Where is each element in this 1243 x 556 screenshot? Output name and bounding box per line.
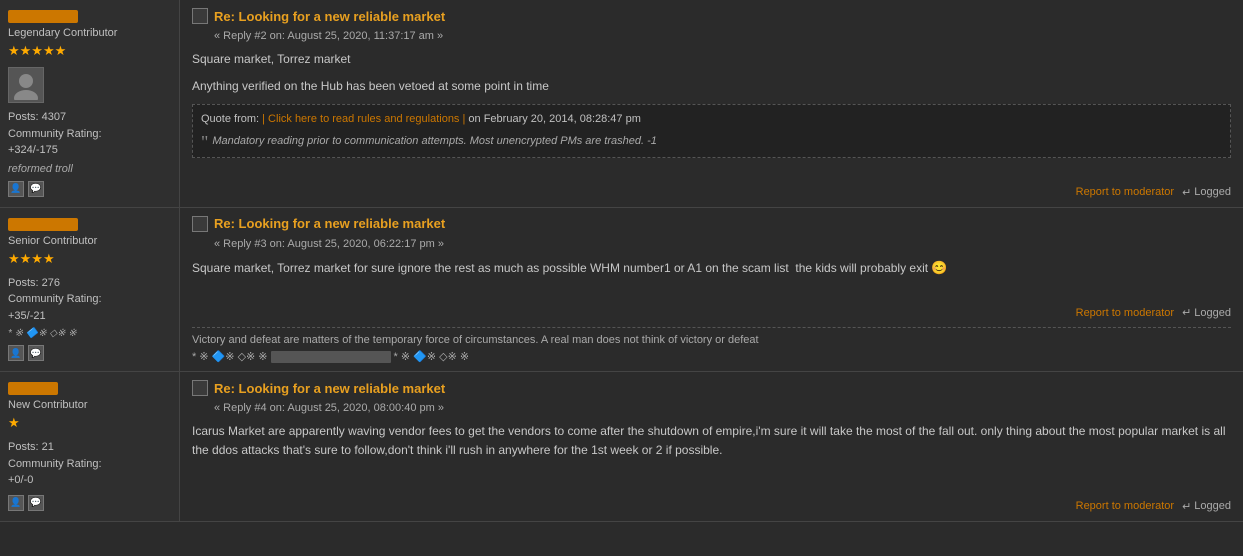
- post-3-title[interactable]: Re: Looking for a new reliable market: [214, 381, 445, 396]
- post-1-body: Square market, Torrez market Anything ve…: [192, 50, 1231, 174]
- logged-icon: ↵: [1182, 186, 1191, 199]
- logged-icon: ↵: [1182, 306, 1191, 319]
- post-2-icon: [192, 216, 208, 232]
- post-2-rank: Senior Contributor: [8, 235, 171, 247]
- post-1-header: Re: Looking for a new reliable market: [192, 8, 1231, 24]
- post-2-title[interactable]: Re: Looking for a new reliable market: [214, 216, 445, 231]
- logged-icon: ↵: [1182, 500, 1191, 513]
- post-1-reply-info: « Reply #2 on: August 25, 2020, 11:37:17…: [214, 30, 1231, 42]
- quote-link[interactable]: | Click here to read rules and regulatio…: [262, 113, 465, 125]
- post-row: Legendary Contributor ★★★★★ Posts: 4307 …: [0, 0, 1243, 208]
- report-to-moderator-link[interactable]: Report to moderator: [1076, 307, 1174, 319]
- post-1-footer: Report to moderator ↵ Logged: [192, 182, 1231, 199]
- post-1-user-icons: 👤 💬: [8, 181, 171, 197]
- sig-icons-row: * ※ 🔷※ ◇※ ※ * ※ 🔷※ ◇※ ※: [192, 350, 1231, 363]
- post-3-user-icons: 👤 💬: [8, 495, 171, 511]
- post-1-title[interactable]: Re: Looking for a new reliable market: [214, 9, 445, 24]
- post-1-rank: Legendary Contributor: [8, 27, 171, 39]
- profile-icon[interactable]: 👤: [8, 181, 24, 197]
- post-2-sidebar: Senior Contributor ★★★★ Posts: 276 Commu…: [0, 208, 180, 372]
- post-1-tag: reformed troll: [8, 163, 171, 175]
- censored-content: [271, 351, 391, 363]
- post-2-user-icons: 👤 💬: [8, 345, 171, 361]
- report-to-moderator-link[interactable]: Report to moderator: [1076, 500, 1174, 512]
- post-2-stats: Posts: 276 Community Rating: +35/-21: [8, 275, 171, 325]
- post-3-header: Re: Looking for a new reliable market: [192, 380, 1231, 396]
- post-1-username[interactable]: [8, 10, 78, 23]
- post-1-content: Re: Looking for a new reliable market « …: [180, 0, 1243, 207]
- quote-mark: ": [201, 133, 208, 151]
- post-3-username[interactable]: [8, 382, 58, 395]
- message-icon[interactable]: 💬: [28, 495, 44, 511]
- profile-icon[interactable]: 👤: [8, 345, 24, 361]
- post-2-footer: Report to moderator ↵ Logged: [192, 302, 1231, 319]
- post-1-quote-header: Quote from: | Click here to read rules a…: [201, 111, 1222, 129]
- post-row: Senior Contributor ★★★★ Posts: 276 Commu…: [0, 208, 1243, 373]
- post-2-header: Re: Looking for a new reliable market: [192, 216, 1231, 232]
- post-2-signature: Victory and defeat are matters of the te…: [192, 327, 1231, 363]
- post-1-icon: [192, 8, 208, 24]
- post-3-footer: Report to moderator ↵ Logged: [192, 496, 1231, 513]
- logged-indicator: ↵ Logged: [1182, 186, 1231, 199]
- message-icon[interactable]: 💬: [28, 345, 44, 361]
- logged-indicator: ↵ Logged: [1182, 306, 1231, 319]
- logged-indicator: ↵ Logged: [1182, 500, 1231, 513]
- post-row: New Contributor ★ Posts: 21 Community Ra…: [0, 372, 1243, 522]
- report-to-moderator-link[interactable]: Report to moderator: [1076, 186, 1174, 198]
- post-3-stats: Posts: 21 Community Rating: +0/-0: [8, 439, 171, 489]
- post-3-content: Re: Looking for a new reliable market « …: [180, 372, 1243, 521]
- post-1-stats: Posts: 4307 Community Rating: +324/-175: [8, 109, 171, 159]
- post-2-content: Re: Looking for a new reliable market « …: [180, 208, 1243, 372]
- post-3-icon: [192, 380, 208, 396]
- post-1-quote: Quote from: | Click here to read rules a…: [192, 104, 1231, 158]
- post-1-quote-text: Mandatory reading prior to communication…: [212, 133, 657, 151]
- post-1-stars: ★★★★★: [8, 43, 171, 59]
- post-3-rank: New Contributor: [8, 399, 171, 411]
- forum-container: Legendary Contributor ★★★★★ Posts: 4307 …: [0, 0, 1243, 556]
- post-3-sidebar: New Contributor ★ Posts: 21 Community Ra…: [0, 372, 180, 521]
- profile-icon[interactable]: 👤: [8, 495, 24, 511]
- post-3-stars: ★: [8, 415, 171, 431]
- post-2-tag: * ※ 🔷※ ◇※ ※: [8, 328, 171, 339]
- post-2-username[interactable]: [8, 218, 78, 231]
- post-1-sidebar: Legendary Contributor ★★★★★ Posts: 4307 …: [0, 0, 180, 207]
- message-icon[interactable]: 💬: [28, 181, 44, 197]
- post-2-reply-info: « Reply #3 on: August 25, 2020, 06:22:17…: [214, 238, 1231, 250]
- post-3-reply-info: « Reply #4 on: August 25, 2020, 08:00:40…: [214, 402, 1231, 414]
- post-1-avatar: [8, 67, 44, 103]
- post-3-body: Icarus Market are apparently waving vend…: [192, 422, 1231, 488]
- post-2-stars: ★★★★: [8, 251, 171, 267]
- post-2-body: Square market, Torrez market for sure ig…: [192, 258, 1231, 295]
